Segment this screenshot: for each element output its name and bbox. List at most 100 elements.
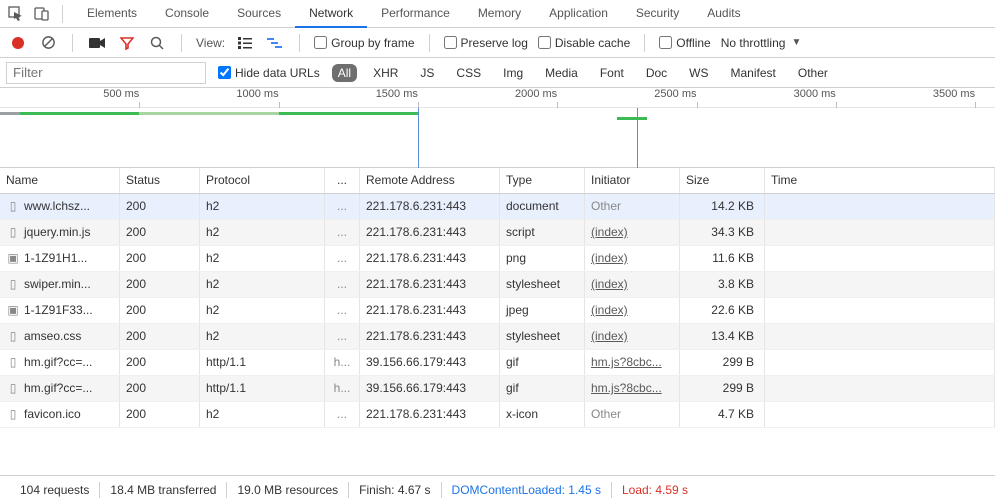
cell-address: 39.156.66.179:443	[360, 350, 500, 375]
file-icon: ▯	[6, 329, 20, 343]
table-row[interactable]: ▣1-1Z91H1...200h2...221.178.6.231:443png…	[0, 246, 995, 272]
separator	[72, 34, 73, 52]
timeline-tick-label: 3500 ms	[933, 88, 975, 100]
inspect-icon[interactable]	[6, 4, 26, 24]
view-list-icon[interactable]	[235, 33, 255, 53]
timeline-segment	[279, 112, 418, 115]
tab-elements[interactable]: Elements	[73, 0, 151, 28]
clear-icon[interactable]	[38, 33, 58, 53]
timeline-tick-label: 2500 ms	[654, 88, 696, 100]
type-filter-img[interactable]: Img	[497, 64, 529, 82]
search-icon[interactable]	[147, 33, 167, 53]
record-button[interactable]	[8, 33, 28, 53]
initiator-link[interactable]: hm.js?8cbc...	[591, 381, 662, 395]
separator	[299, 34, 300, 52]
chevron-down-icon: ▼	[791, 37, 801, 48]
cell-initiator: Other	[585, 402, 680, 427]
initiator-link[interactable]: (index)	[591, 303, 628, 317]
type-filter-all[interactable]: All	[332, 64, 357, 82]
cell-time	[765, 376, 995, 401]
separator	[644, 34, 645, 52]
initiator-link[interactable]: (index)	[591, 329, 628, 343]
type-filter-other[interactable]: Other	[792, 64, 834, 82]
tab-console[interactable]: Console	[151, 0, 223, 28]
table-row[interactable]: ▯amseo.css200h2...221.178.6.231:443style…	[0, 324, 995, 350]
cell-status: 200	[120, 220, 200, 245]
initiator-link[interactable]: (index)	[591, 225, 628, 239]
device-toggle-icon[interactable]	[32, 4, 52, 24]
cell-name: ▣1-1Z91H1...	[0, 246, 120, 271]
table-row[interactable]: ▯swiper.min...200h2...221.178.6.231:443s…	[0, 272, 995, 298]
type-filter-media[interactable]: Media	[539, 64, 584, 82]
group-by-frame-checkbox[interactable]: Group by frame	[314, 36, 414, 50]
status-load: Load: 4.59 s	[612, 483, 698, 497]
requests-table: Name Status Protocol ... Remote Address …	[0, 168, 995, 428]
cell-name: ▯amseo.css	[0, 324, 120, 349]
cell-type: stylesheet	[500, 324, 585, 349]
view-waterfall-icon[interactable]	[265, 33, 285, 53]
col-time[interactable]: Time	[765, 168, 995, 193]
type-filter-xhr[interactable]: XHR	[367, 64, 404, 82]
cell-status: 200	[120, 402, 200, 427]
tab-sources[interactable]: Sources	[223, 0, 295, 28]
hide-data-urls-checkbox[interactable]: Hide data URLs	[218, 66, 320, 80]
table-row[interactable]: ▯hm.gif?cc=...200http/1.1h...39.156.66.1…	[0, 376, 995, 402]
col-initiator[interactable]: Initiator	[585, 168, 680, 193]
cell-address: 39.156.66.179:443	[360, 376, 500, 401]
cell-size: 299 B	[680, 350, 765, 375]
tab-memory[interactable]: Memory	[464, 0, 535, 28]
table-row[interactable]: ▯favicon.ico200h2...221.178.6.231:443x-i…	[0, 402, 995, 428]
preserve-log-checkbox[interactable]: Preserve log	[444, 36, 528, 50]
type-filter-font[interactable]: Font	[594, 64, 630, 82]
cell-address: 221.178.6.231:443	[360, 272, 500, 297]
cell-status: 200	[120, 324, 200, 349]
initiator-link[interactable]: (index)	[591, 251, 628, 265]
col-name[interactable]: Name	[0, 168, 120, 193]
filter-input[interactable]	[6, 62, 206, 84]
cell-status: 200	[120, 194, 200, 219]
type-filter-doc[interactable]: Doc	[640, 64, 673, 82]
timeline-segment	[139, 112, 278, 115]
initiator-link[interactable]: hm.js?8cbc...	[591, 355, 662, 369]
filter-icon[interactable]	[117, 33, 137, 53]
tab-security[interactable]: Security	[622, 0, 693, 28]
table-row[interactable]: ▯jquery.min.js200h2...221.178.6.231:443s…	[0, 220, 995, 246]
cell-type: script	[500, 220, 585, 245]
timeline-segment	[617, 117, 647, 120]
tab-application[interactable]: Application	[535, 0, 622, 28]
type-filter-js[interactable]: JS	[414, 64, 440, 82]
type-filter-ws[interactable]: WS	[683, 64, 714, 82]
tab-performance[interactable]: Performance	[367, 0, 464, 28]
type-filter-css[interactable]: CSS	[450, 64, 487, 82]
cell-type: png	[500, 246, 585, 271]
col-protocol[interactable]: Protocol	[200, 168, 325, 193]
timeline-overview[interactable]: 500 ms1000 ms1500 ms2000 ms2500 ms3000 m…	[0, 88, 995, 168]
file-icon: ▯	[6, 199, 20, 213]
tab-audits[interactable]: Audits	[693, 0, 754, 28]
cell-address: 221.178.6.231:443	[360, 246, 500, 271]
offline-checkbox[interactable]: Offline	[659, 36, 710, 50]
col-size[interactable]: Size	[680, 168, 765, 193]
status-bar: 104 requests 18.4 MB transferred 19.0 MB…	[0, 475, 995, 503]
type-filter-manifest[interactable]: Manifest	[725, 64, 782, 82]
tab-network[interactable]: Network	[295, 0, 367, 28]
cell-time	[765, 298, 995, 323]
col-type[interactable]: Type	[500, 168, 585, 193]
file-icon: ▯	[6, 381, 20, 395]
cell-status: 200	[120, 298, 200, 323]
group-by-frame-label: Group by frame	[331, 36, 414, 50]
disable-cache-checkbox[interactable]: Disable cache	[538, 36, 630, 50]
disable-cache-label: Disable cache	[555, 36, 630, 50]
col-status[interactable]: Status	[120, 168, 200, 193]
cell-protocol: h2	[200, 246, 325, 271]
file-icon: ▯	[6, 225, 20, 239]
col-more[interactable]: ...	[325, 168, 360, 193]
table-row[interactable]: ▯www.lchsz...200h2...221.178.6.231:443do…	[0, 194, 995, 220]
col-address[interactable]: Remote Address	[360, 168, 500, 193]
initiator-link[interactable]: (index)	[591, 277, 628, 291]
throttling-select[interactable]: No throttling▼	[721, 36, 802, 50]
camera-icon[interactable]	[87, 33, 107, 53]
table-row[interactable]: ▯hm.gif?cc=...200http/1.1h...39.156.66.1…	[0, 350, 995, 376]
table-row[interactable]: ▣1-1Z91F33...200h2...221.178.6.231:443jp…	[0, 298, 995, 324]
status-transferred: 18.4 MB transferred	[100, 483, 226, 497]
